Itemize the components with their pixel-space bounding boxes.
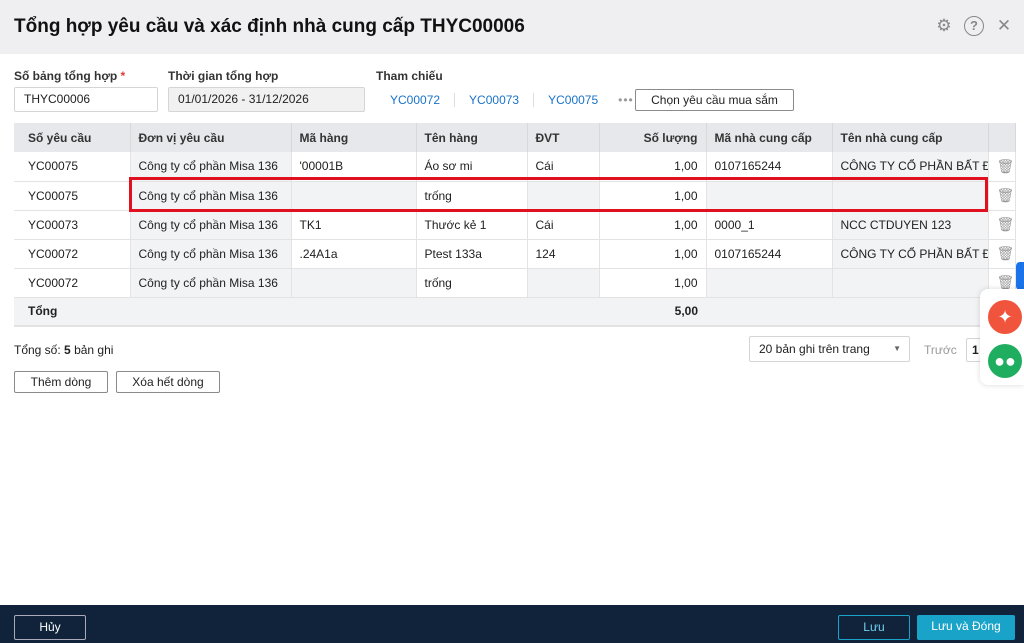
summary-suffix: bản ghi bbox=[74, 343, 114, 357]
cell-quantity[interactable]: 1,00 bbox=[599, 268, 707, 298]
ref-link[interactable]: YC00072 bbox=[376, 93, 456, 107]
ref-link[interactable]: YC00073 bbox=[455, 93, 535, 107]
code-input[interactable]: THYC00006 bbox=[14, 87, 158, 112]
total-cell bbox=[527, 297, 599, 327]
total-cell bbox=[130, 297, 291, 327]
footer-bar: Hủy Lưu Lưu và Đóng bbox=[0, 605, 1024, 643]
dialog-header: Tổng hợp yêu cầu và xác định nhà cung cấ… bbox=[0, 0, 1024, 54]
cell-unit[interactable] bbox=[527, 268, 600, 298]
save-button[interactable]: Lưu bbox=[838, 615, 910, 640]
summary-count: 5 bbox=[64, 343, 71, 357]
col-request-no: Số yêu cầu bbox=[14, 123, 131, 152]
period-input: 01/01/2026 - 31/12/2026 bbox=[168, 87, 365, 112]
cell-quantity[interactable]: 1,00 bbox=[599, 239, 707, 269]
cell-supplier-name[interactable]: CÔNG TY CỔ PHẦN BẤT ĐỘNG SẢN bbox=[832, 239, 989, 269]
chat-bot-icon[interactable]: ●● bbox=[988, 344, 1022, 378]
dialog-title: Tổng hợp yêu cầu và xác định nhà cung cấ… bbox=[14, 16, 525, 37]
trash-icon[interactable]: 🗑 bbox=[988, 210, 1016, 240]
cell-request-no: YC00075 bbox=[14, 181, 131, 211]
cell-item-name[interactable]: trống bbox=[416, 268, 528, 298]
cell-item-name[interactable]: Ptest 133a bbox=[416, 239, 528, 269]
total-cell bbox=[832, 297, 988, 327]
col-item-code: Mã hàng bbox=[291, 123, 417, 152]
close-icon[interactable]: ✕ bbox=[994, 16, 1014, 36]
ref-label: Tham chiếu bbox=[376, 69, 443, 83]
request-table: Số yêu cầu Đơn vị yêu cầu Mã hàng Tên hà… bbox=[14, 123, 1016, 327]
cell-quantity[interactable]: 1,00 bbox=[599, 210, 707, 240]
cell-department: Công ty cổ phần Misa 136 bbox=[130, 210, 292, 240]
trash-icon[interactable]: 🗑 bbox=[988, 152, 1016, 182]
required-mark: * bbox=[120, 69, 126, 83]
period-label: Thời gian tổng hợp bbox=[168, 69, 279, 83]
col-actions bbox=[988, 123, 1016, 152]
trash-icon[interactable]: 🗑 bbox=[988, 181, 1016, 211]
choose-request-button[interactable]: Chọn yêu cầu mua sắm bbox=[635, 89, 794, 111]
cell-request-no: YC00073 bbox=[14, 210, 131, 240]
table-row: YC00072 Công ty cổ phần Misa 136 trống 1,00… bbox=[14, 268, 1016, 298]
cell-supplier-code[interactable]: 0107165244 bbox=[706, 239, 833, 269]
record-summary: Tổng số: 5 bản ghi bbox=[14, 343, 113, 357]
cell-department: Công ty cổ phần Misa 136 bbox=[130, 268, 292, 298]
ref-links: YC00072 YC00073 YC00075 ••• bbox=[376, 89, 640, 111]
col-quantity: Số lượng bbox=[599, 123, 707, 152]
highlight-box bbox=[129, 177, 988, 212]
col-supplier-name: Tên nhà cung cấp bbox=[832, 123, 989, 152]
cell-item-code[interactable]: TK1 bbox=[291, 210, 417, 240]
code-label: Số bảng tổng hợp * bbox=[14, 69, 125, 83]
cell-supplier-name[interactable]: NCC CTDUYEN 123 bbox=[832, 210, 989, 240]
ref-link[interactable]: YC00075 bbox=[534, 93, 612, 107]
prev-page-button[interactable]: Trước bbox=[924, 343, 957, 357]
total-value: 5,00 bbox=[599, 297, 706, 327]
total-cell bbox=[416, 297, 527, 327]
side-panel-toggle[interactable] bbox=[1016, 262, 1024, 290]
cell-request-no: YC00072 bbox=[14, 239, 131, 269]
assistant-panel: ✦ ●● bbox=[980, 289, 1024, 385]
summary-prefix: Tổng số: bbox=[14, 343, 61, 357]
col-department: Đơn vị yêu cầu bbox=[130, 123, 292, 152]
ai-sparkle-icon[interactable]: ✦ bbox=[988, 300, 1022, 334]
total-cell bbox=[291, 297, 416, 327]
trash-icon[interactable]: 🗑 bbox=[988, 239, 1016, 269]
col-item-name: Tên hàng bbox=[416, 123, 528, 152]
gear-icon[interactable]: ⚙ bbox=[934, 16, 954, 36]
col-supplier-code: Mã nhà cung cấp bbox=[706, 123, 833, 152]
save-close-button[interactable]: Lưu và Đóng bbox=[917, 615, 1015, 640]
total-label: Tổng bbox=[14, 297, 130, 327]
col-unit: ĐVT bbox=[527, 123, 600, 152]
total-row: Tổng 5,00 bbox=[14, 297, 1015, 327]
cell-request-no: YC00075 bbox=[14, 152, 131, 182]
table-row: YC00073 Công ty cổ phần Misa 136 TK1 Thước … bbox=[14, 210, 1016, 240]
cell-supplier-code[interactable]: 0000_1 bbox=[706, 210, 833, 240]
cell-department: Công ty cổ phần Misa 136 bbox=[130, 239, 292, 269]
cell-item-name[interactable]: Thước kẻ 1 bbox=[416, 210, 528, 240]
chevron-down-icon: ▼ bbox=[893, 344, 901, 353]
cell-item-code[interactable]: .24A1a bbox=[291, 239, 417, 269]
clear-rows-button[interactable]: Xóa hết dòng bbox=[116, 371, 220, 393]
cell-unit[interactable]: 124 bbox=[527, 239, 600, 269]
cell-item-code[interactable] bbox=[291, 268, 417, 298]
table-row: YC00072 Công ty cổ phần Misa 136.24A1a Pte… bbox=[14, 239, 1016, 269]
cell-request-no: YC00072 bbox=[14, 268, 131, 298]
add-row-button[interactable]: Thêm dòng bbox=[14, 371, 108, 393]
table-header: Số yêu cầu Đơn vị yêu cầu Mã hàng Tên hà… bbox=[14, 123, 1016, 152]
total-cell bbox=[706, 297, 832, 327]
cell-supplier-code[interactable] bbox=[706, 268, 833, 298]
help-icon[interactable]: ? bbox=[964, 16, 984, 36]
page-size-select[interactable]: 20 bản ghi trên trang ▼ bbox=[749, 336, 910, 362]
cancel-button[interactable]: Hủy bbox=[14, 615, 86, 640]
page-size-value: 20 bản ghi trên trang bbox=[759, 342, 870, 356]
cell-unit[interactable]: Cái bbox=[527, 210, 600, 240]
cell-supplier-name[interactable] bbox=[832, 268, 989, 298]
code-label-text: Số bảng tổng hợp bbox=[14, 69, 118, 83]
